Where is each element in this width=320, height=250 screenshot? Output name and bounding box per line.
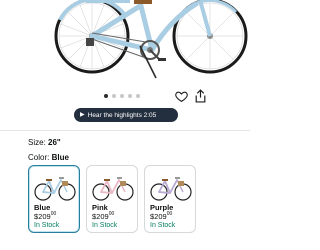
variant-card-purple[interactable]: Purple $20900 In Stock [144,165,196,233]
variant-price: $20900 [92,211,115,221]
variant-name: Blue [34,203,51,212]
variant-card-pink[interactable]: Pink $20900 In Stock [86,165,138,233]
variant-price: $20900 [150,211,173,221]
color-value: Blue [51,153,69,162]
hear-highlights-label: Hear the highlights 2:05 [87,111,157,119]
size-selector: Size: 26" [28,138,61,147]
size-label: Size: [28,138,46,147]
section-divider [0,130,250,131]
carousel-dot[interactable] [128,94,132,98]
hear-highlights-button[interactable]: ▶ Hear the highlights 2:05 [74,108,178,122]
carousel-dot[interactable] [136,94,140,98]
variant-thumbnail [92,177,134,201]
carousel-dot[interactable] [120,94,124,98]
variant-thumbnail [34,177,76,201]
carousel-dots [104,94,140,98]
color-selector: Color: Blue [28,153,69,162]
play-icon: ▶ [80,112,85,118]
variant-price: $20900 [34,211,57,221]
variant-stock-status: In Stock [34,222,60,229]
heart-icon[interactable] [175,90,188,103]
color-label: Color: [28,153,50,162]
variant-card-blue[interactable]: Blue $20900 In Stock [28,165,80,233]
share-icon[interactable] [194,89,207,103]
color-variant-list: Blue $20900 In Stock Pink $20900 In Stoc… [28,165,196,233]
carousel-dot[interactable] [112,94,116,98]
size-value: 26" [48,138,61,147]
variant-stock-status: In Stock [92,222,118,229]
bicycle-image [54,0,248,79]
variant-stock-status: In Stock [150,222,176,229]
variant-thumbnail [150,177,192,201]
product-image-carousel[interactable] [0,0,250,84]
carousel-dot[interactable] [104,94,108,98]
variant-name: Pink [92,203,108,212]
